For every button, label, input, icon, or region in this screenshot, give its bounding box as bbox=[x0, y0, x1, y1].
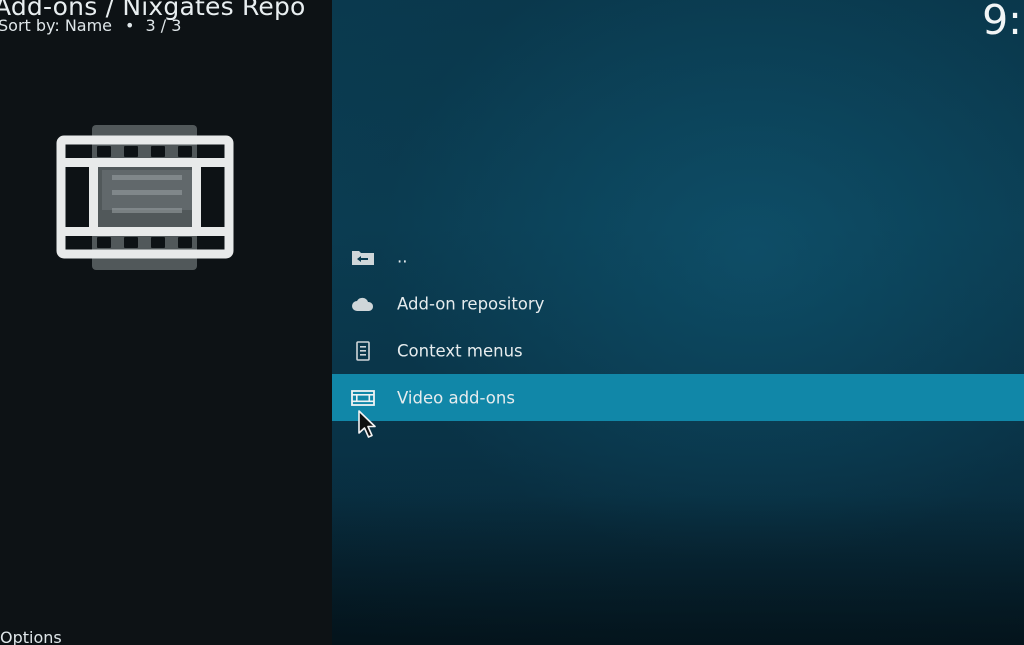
film-strip-icon bbox=[52, 120, 238, 272]
cloud-icon bbox=[350, 293, 376, 315]
folder-back-icon bbox=[350, 246, 376, 268]
list-item-video-addons[interactable]: Video add-ons bbox=[332, 374, 1024, 421]
info-panel bbox=[0, 0, 332, 645]
context-menu-icon bbox=[350, 340, 376, 362]
sort-info[interactable]: Sort by: Name • 3 / 3 bbox=[0, 16, 181, 35]
list-item-context-menus[interactable]: Context menus bbox=[332, 327, 1024, 374]
film-icon bbox=[350, 387, 376, 409]
kodi-window: Add-ons / Nixgates Repo Sort by: Name • 3 … bbox=[0, 0, 1024, 645]
clock: 9: bbox=[982, 0, 1022, 44]
page-counter: 3 / 3 bbox=[145, 16, 182, 35]
list-item-label: .. bbox=[397, 247, 408, 266]
separator-dot: • bbox=[125, 16, 135, 35]
list-item-label: Add-on repository bbox=[397, 294, 545, 313]
list-item-label: Context menus bbox=[397, 341, 523, 360]
sort-label: Sort by: Name bbox=[0, 16, 113, 35]
list-item-addon-repository[interactable]: Add-on repository bbox=[332, 280, 1024, 327]
options-button[interactable]: Options bbox=[0, 628, 62, 645]
list-item-label: Video add-ons bbox=[397, 388, 515, 407]
mouse-pointer-icon bbox=[357, 409, 379, 441]
list-item-parent-folder[interactable]: .. bbox=[332, 233, 1024, 280]
addon-list: .. Add-on repository Context menus Video… bbox=[332, 233, 1024, 421]
